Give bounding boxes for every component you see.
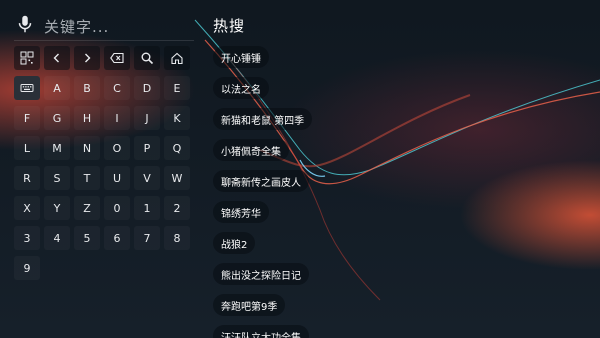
hot-search-title: 热搜 xyxy=(213,17,246,35)
qr-code-key[interactable] xyxy=(14,46,40,70)
hot-search-item[interactable]: 战狼2 xyxy=(213,232,256,254)
hot-search-item[interactable]: 聊斋新传之画皮人 xyxy=(213,170,309,192)
key-Z[interactable]: Z xyxy=(74,196,100,220)
key-K[interactable]: K xyxy=(164,106,190,130)
key-C[interactable]: C xyxy=(104,76,130,100)
key-O[interactable]: O xyxy=(104,136,130,160)
hot-search-item[interactable]: 汪汪队立大功全集 xyxy=(213,325,309,338)
key-0[interactable]: 0 xyxy=(104,196,130,220)
key-X[interactable]: X xyxy=(14,196,40,220)
key-I[interactable]: I xyxy=(104,106,130,130)
hot-search-item[interactable]: 新猫和老鼠 第四季 xyxy=(213,108,313,130)
key-6[interactable]: 6 xyxy=(104,226,130,250)
search-screen: 关键字... A B C D E F G H I J K L M N O P Q… xyxy=(0,0,600,338)
search-icon xyxy=(141,52,154,65)
search-underline xyxy=(14,40,194,41)
hot-search-item[interactable]: 锦绣芳华 xyxy=(213,201,269,223)
key-N[interactable]: N xyxy=(74,136,100,160)
key-B[interactable]: B xyxy=(74,76,100,100)
backspace-key[interactable] xyxy=(104,46,130,70)
key-U[interactable]: U xyxy=(104,166,130,190)
key-R[interactable]: R xyxy=(14,166,40,190)
key-2[interactable]: 2 xyxy=(164,196,190,220)
key-Q[interactable]: Q xyxy=(164,136,190,160)
key-9[interactable]: 9 xyxy=(14,256,40,280)
key-G[interactable]: G xyxy=(44,106,70,130)
key-T[interactable]: T xyxy=(74,166,100,190)
key-E[interactable]: E xyxy=(164,76,190,100)
key-F[interactable]: F xyxy=(14,106,40,130)
hot-search-item[interactable]: 奔跑吧第9季 xyxy=(213,294,286,316)
key-3[interactable]: 3 xyxy=(14,226,40,250)
cursor-left-key[interactable] xyxy=(44,46,70,70)
home-key[interactable] xyxy=(164,46,190,70)
key-S[interactable]: S xyxy=(44,166,70,190)
cursor-right-key[interactable] xyxy=(74,46,100,70)
key-W[interactable]: W xyxy=(164,166,190,190)
chevron-left-icon xyxy=(53,53,59,63)
search-input[interactable]: 关键字... xyxy=(44,16,109,37)
home-icon xyxy=(171,52,183,65)
qr-code-icon xyxy=(20,51,34,65)
key-A[interactable]: A xyxy=(44,76,70,100)
hot-search-item[interactable]: 熊出没之探险日记 xyxy=(213,263,309,285)
key-D[interactable]: D xyxy=(134,76,160,100)
search-bar[interactable]: 关键字... xyxy=(14,14,194,38)
key-4[interactable]: 4 xyxy=(44,226,70,250)
key-P[interactable]: P xyxy=(134,136,160,160)
key-8[interactable]: 8 xyxy=(164,226,190,250)
key-1[interactable]: 1 xyxy=(134,196,160,220)
keyboard-toggle-key[interactable] xyxy=(14,76,40,100)
key-M[interactable]: M xyxy=(44,136,70,160)
key-5[interactable]: 5 xyxy=(74,226,100,250)
search-key[interactable] xyxy=(134,46,160,70)
keyboard-icon xyxy=(20,84,34,92)
key-7[interactable]: 7 xyxy=(134,226,160,250)
key-H[interactable]: H xyxy=(74,106,100,130)
hot-search-item[interactable]: 以法之名 xyxy=(213,77,269,99)
chevron-right-icon xyxy=(85,53,91,63)
key-L[interactable]: L xyxy=(14,136,40,160)
key-Y[interactable]: Y xyxy=(44,196,70,220)
key-J[interactable]: J xyxy=(134,106,160,130)
backspace-icon xyxy=(110,52,124,64)
hot-search-item[interactable]: 小猪佩奇全集 xyxy=(213,139,289,161)
hot-search-item[interactable]: 开心锤锤 xyxy=(213,46,269,68)
microphone-icon[interactable] xyxy=(14,13,36,39)
key-V[interactable]: V xyxy=(134,166,160,190)
